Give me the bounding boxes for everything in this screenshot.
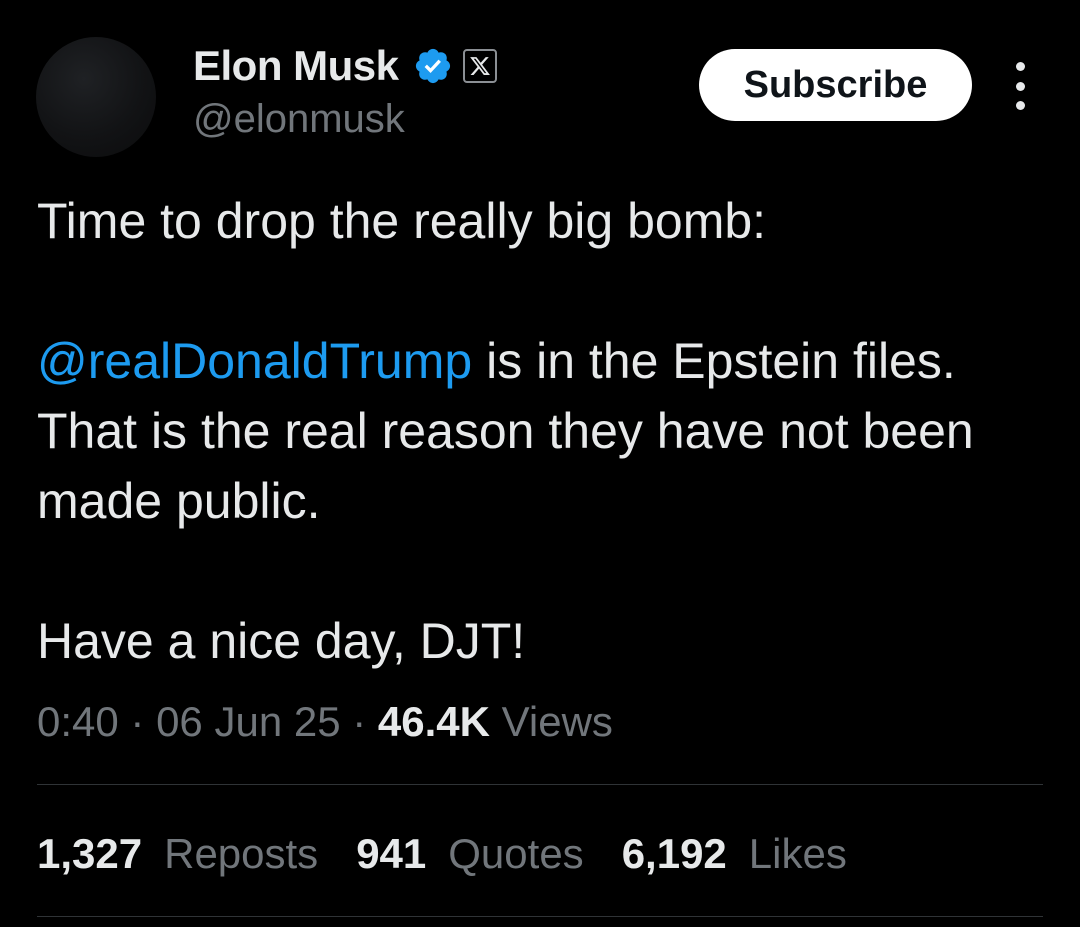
engagement-stats: 1,327 Reposts 941 Quotes 6,192 Likes bbox=[37, 826, 885, 882]
likes-label: Likes bbox=[748, 830, 847, 877]
author-avatar[interactable] bbox=[36, 37, 156, 157]
views-count: 46.4K bbox=[377, 698, 490, 745]
divider-top bbox=[37, 784, 1043, 785]
reposts-label: Reposts bbox=[164, 830, 319, 877]
likes-stat[interactable]: 6,192 Likes bbox=[622, 826, 847, 882]
author-display-name[interactable]: Elon Musk bbox=[193, 42, 399, 90]
quotes-stat[interactable]: 941 Quotes bbox=[356, 826, 584, 882]
x-logo-icon bbox=[469, 57, 490, 75]
tweet-text: Time to drop the really big bomb: @realD… bbox=[37, 186, 1047, 676]
tweet-time[interactable]: 0:40 bbox=[37, 698, 119, 745]
verified-badge-icon[interactable] bbox=[413, 46, 453, 86]
quotes-count: 941 bbox=[356, 830, 427, 877]
views-label: Views bbox=[501, 698, 613, 745]
author-name-row: Elon Musk bbox=[193, 40, 497, 92]
meta-separator: · bbox=[352, 698, 378, 745]
likes-count: 6,192 bbox=[621, 830, 727, 877]
more-options-icon[interactable] bbox=[1004, 62, 1036, 110]
tweet-paragraph-2: @realDonaldTrump is in the Epstein files… bbox=[37, 326, 1047, 536]
quotes-label: Quotes bbox=[448, 830, 584, 877]
tweet-meta: 0:40 · 06 Jun 25 · 46.4K Views bbox=[37, 694, 613, 750]
meta-separator: · bbox=[130, 698, 157, 745]
tweet-line-1: Time to drop the really big bomb: bbox=[37, 193, 767, 249]
x-affiliate-badge[interactable] bbox=[462, 49, 497, 83]
subscribe-button[interactable]: Subscribe bbox=[699, 49, 972, 121]
reposts-count: 1,327 bbox=[37, 830, 143, 877]
divider-bottom bbox=[37, 916, 1043, 917]
tweet-line-3: Have a nice day, DJT! bbox=[37, 613, 526, 669]
author-handle[interactable]: @elonmusk bbox=[193, 97, 405, 142]
mention-link[interactable]: @realDonaldTrump bbox=[37, 333, 472, 389]
tweet-date[interactable]: 06 Jun 25 bbox=[156, 698, 341, 745]
reposts-stat[interactable]: 1,327 Reposts bbox=[37, 826, 318, 882]
